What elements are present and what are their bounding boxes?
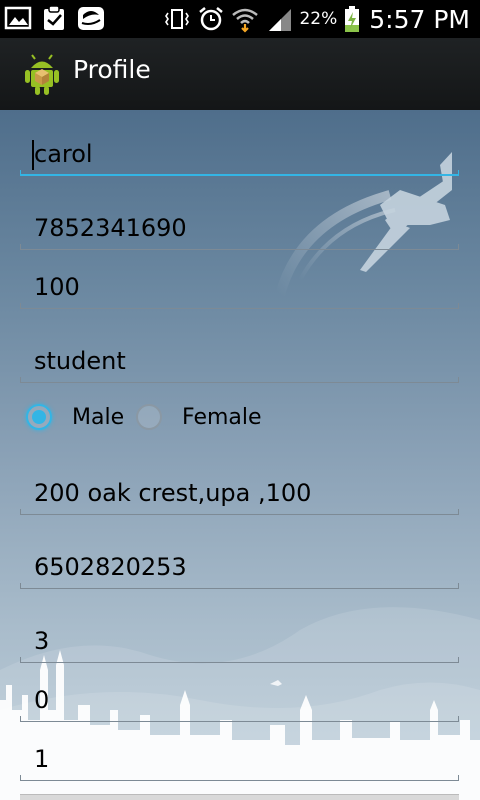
wifi-icon (231, 5, 259, 33)
female-label[interactable]: Female (182, 405, 262, 430)
field-underline (20, 657, 459, 663)
occupation-field[interactable]: student (20, 331, 459, 383)
field-underline (20, 775, 459, 781)
name-value: carol (34, 140, 93, 168)
profile-form: carol 7852341690 100 student Male Female… (0, 110, 480, 800)
female-radio[interactable] (136, 404, 162, 430)
battery-percent: 22% (299, 9, 338, 29)
page-title: Profile (73, 55, 151, 84)
phone-field[interactable]: 7852341690 (20, 198, 459, 250)
android-robot-icon[interactable] (22, 53, 62, 97)
number-field-c[interactable]: 1 (20, 729, 459, 781)
occupation-value: student (34, 347, 126, 375)
field-underline (20, 244, 459, 250)
field-underline (20, 170, 459, 176)
field-underline (20, 377, 459, 383)
contact-phone-field[interactable]: 6502820253 (20, 537, 459, 589)
clipboard-check-icon (40, 4, 70, 32)
number-value-b: 0 (34, 686, 50, 714)
male-label[interactable]: Male (72, 405, 124, 430)
male-radio[interactable] (26, 404, 52, 430)
number-value-a: 3 (34, 627, 50, 655)
gender-radio-group: Male Female (24, 400, 444, 436)
field-underline (20, 509, 459, 515)
gallery-icon (4, 4, 34, 32)
vibrate-icon (163, 5, 191, 33)
name-field[interactable]: carol (20, 124, 459, 176)
age-field[interactable]: 100 (20, 257, 459, 309)
battery-charging-icon (343, 5, 361, 33)
phone-value: 7852341690 (34, 214, 187, 242)
number-field-b[interactable]: 0 (20, 670, 459, 722)
clock: 5:57 PM (369, 4, 470, 34)
contact-phone-value: 6502820253 (34, 553, 187, 581)
chat-app-icon (76, 4, 106, 32)
action-bar: Profile (0, 38, 480, 112)
submit-button[interactable] (20, 794, 459, 800)
alarm-icon (197, 5, 225, 33)
number-field-a[interactable]: 3 (20, 611, 459, 663)
address-value: 200 oak crest,upa ,100 (34, 479, 312, 507)
field-underline (20, 303, 459, 309)
address-field[interactable]: 200 oak crest,upa ,100 (20, 463, 459, 515)
status-bar: 22% 5:57 PM (0, 0, 480, 38)
field-underline (20, 716, 459, 722)
age-value: 100 (34, 273, 80, 301)
signal-icon (265, 5, 293, 33)
number-value-c: 1 (34, 745, 50, 773)
field-underline (20, 583, 459, 589)
